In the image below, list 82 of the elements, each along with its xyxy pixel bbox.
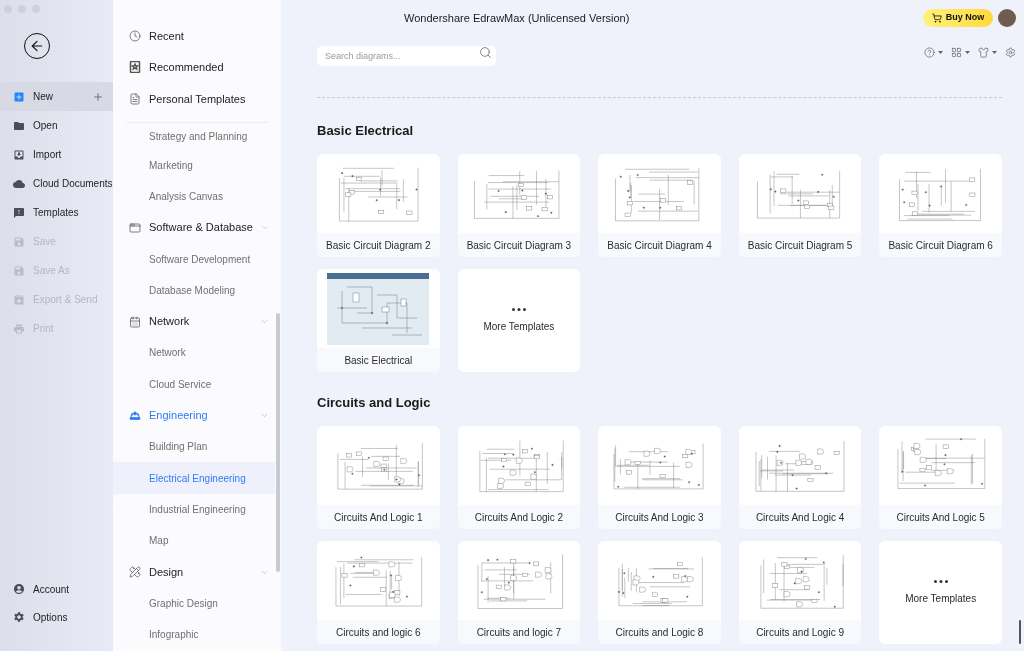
section-heading: Circuits and Logic: [317, 395, 431, 411]
template-card[interactable]: Circuits And Logic 5: [879, 426, 1002, 529]
grid-icon: [951, 46, 962, 58]
template-card[interactable]: Circuits and Logic 9: [738, 541, 862, 644]
nav-category-item[interactable]: Network: [113, 306, 281, 338]
nav-item[interactable]: Industrial Engineering: [113, 493, 275, 526]
settings-icon: [1005, 46, 1016, 58]
template-card[interactable]: Circuits and Logic 8: [598, 541, 721, 644]
template-card[interactable]: Basic Circuit Diagram 3: [457, 154, 581, 257]
nav-item[interactable]: Personal Templates: [113, 83, 275, 115]
template-card[interactable]: Circuits and logic 6: [317, 541, 440, 644]
template-card[interactable]: Basic Circuit Diagram 6: [879, 154, 1002, 257]
nav-category-item[interactable]: Engineering: [113, 399, 281, 432]
scrollbar-thumb[interactable]: [276, 313, 280, 572]
folder-icon: [13, 119, 25, 132]
cart-icon: [931, 13, 942, 23]
app-window-icon: [129, 221, 141, 234]
nav-item[interactable]: Marketing: [113, 149, 275, 181]
theme-menu-button[interactable]: [978, 46, 997, 58]
buy-now-button[interactable]: Buy Now: [923, 9, 993, 27]
nav-item[interactable]: Software Development: [113, 243, 275, 275]
template-card[interactable]: Circuits And Logic 1: [317, 426, 440, 529]
nav-item[interactable]: Recommended: [113, 51, 275, 83]
plus-icon: [92, 90, 104, 103]
more-dots-icon: [511, 307, 526, 311]
template-card[interactable]: Basic Circuit Diagram 2: [317, 154, 440, 257]
nav-item[interactable]: Recent: [113, 20, 275, 52]
more-dots-icon: [933, 579, 948, 583]
scrollbar-thumb[interactable]: [1019, 620, 1021, 644]
more-templates-card[interactable]: More Templates: [879, 541, 1002, 644]
caret-icon: [965, 50, 970, 54]
hard-hat-icon: [129, 409, 141, 422]
document-icon: [129, 92, 141, 105]
menu-item[interactable]: Cloud Documents: [0, 169, 113, 198]
upload-box-icon: [13, 293, 25, 306]
nav-item[interactable]: Electrical Engineering: [113, 462, 275, 494]
shirt-icon: [978, 46, 989, 58]
settings-button[interactable]: [1005, 46, 1016, 58]
menu-item[interactable]: Import: [0, 140, 113, 169]
caret-icon: [992, 50, 997, 54]
template-card[interactable]: Basic Circuit Diagram 5: [738, 154, 862, 257]
menu-item[interactable]: Templates: [0, 198, 113, 227]
search-icon: [479, 45, 492, 59]
window-title: Wondershare EdrawMax (Unlicensed Version): [404, 10, 630, 26]
nav-item[interactable]: Map: [113, 525, 275, 557]
nav-item[interactable]: Building Plan: [113, 431, 275, 463]
nav-item[interactable]: Database Modeling: [113, 274, 275, 306]
nav-item[interactable]: Strategy and Planning: [113, 122, 275, 150]
template-card[interactable]: Circuits And Logic 4: [738, 426, 862, 529]
pencil-ruler-icon: [129, 566, 141, 578]
menu-item[interactable]: New: [0, 82, 113, 111]
nav-item[interactable]: Network: [113, 337, 275, 369]
nav-item[interactable]: Analysis Canvas: [113, 180, 275, 213]
nav-category-item[interactable]: Software & Database: [113, 212, 281, 244]
menu-item[interactable]: Open: [0, 111, 113, 140]
speech-bubble-icon: [13, 206, 25, 219]
help-menu-button[interactable]: [924, 46, 943, 58]
cloud-icon: [13, 177, 25, 190]
caret-icon: [938, 50, 943, 54]
star-badge-icon: [129, 61, 141, 74]
template-card[interactable]: Basic Electrical: [317, 269, 440, 372]
menu-item[interactable]: Account: [0, 575, 113, 603]
template-card[interactable]: Circuits and logic 7: [457, 541, 581, 644]
settings-icon: [13, 611, 25, 623]
template-card[interactable]: Basic Circuit Diagram 4: [598, 154, 721, 257]
nav-item[interactable]: Graphic Design: [113, 587, 275, 619]
search-field[interactable]: Search diagrams...: [317, 46, 496, 66]
nav-item[interactable]: Cloud Service: [113, 368, 275, 400]
help-icon: [924, 46, 935, 58]
printer-icon: [13, 322, 25, 335]
section-heading: Basic Electrical: [317, 123, 414, 139]
nav-category-item[interactable]: Design: [113, 556, 281, 588]
template-card[interactable]: Circuits And Logic 2: [457, 426, 581, 529]
menu-item[interactable]: Options: [0, 603, 113, 631]
calendar-icon: [129, 315, 141, 328]
apps-menu-button[interactable]: [951, 46, 970, 58]
nav-item[interactable]: Infographic: [113, 618, 275, 651]
inbox-tray-icon: [13, 148, 25, 161]
more-templates-card[interactable]: More Templates: [457, 269, 581, 372]
avatar-placeholder[interactable]: [998, 9, 1016, 27]
clock-icon: [129, 29, 141, 42]
template-card[interactable]: Circuits And Logic 3: [598, 426, 721, 529]
